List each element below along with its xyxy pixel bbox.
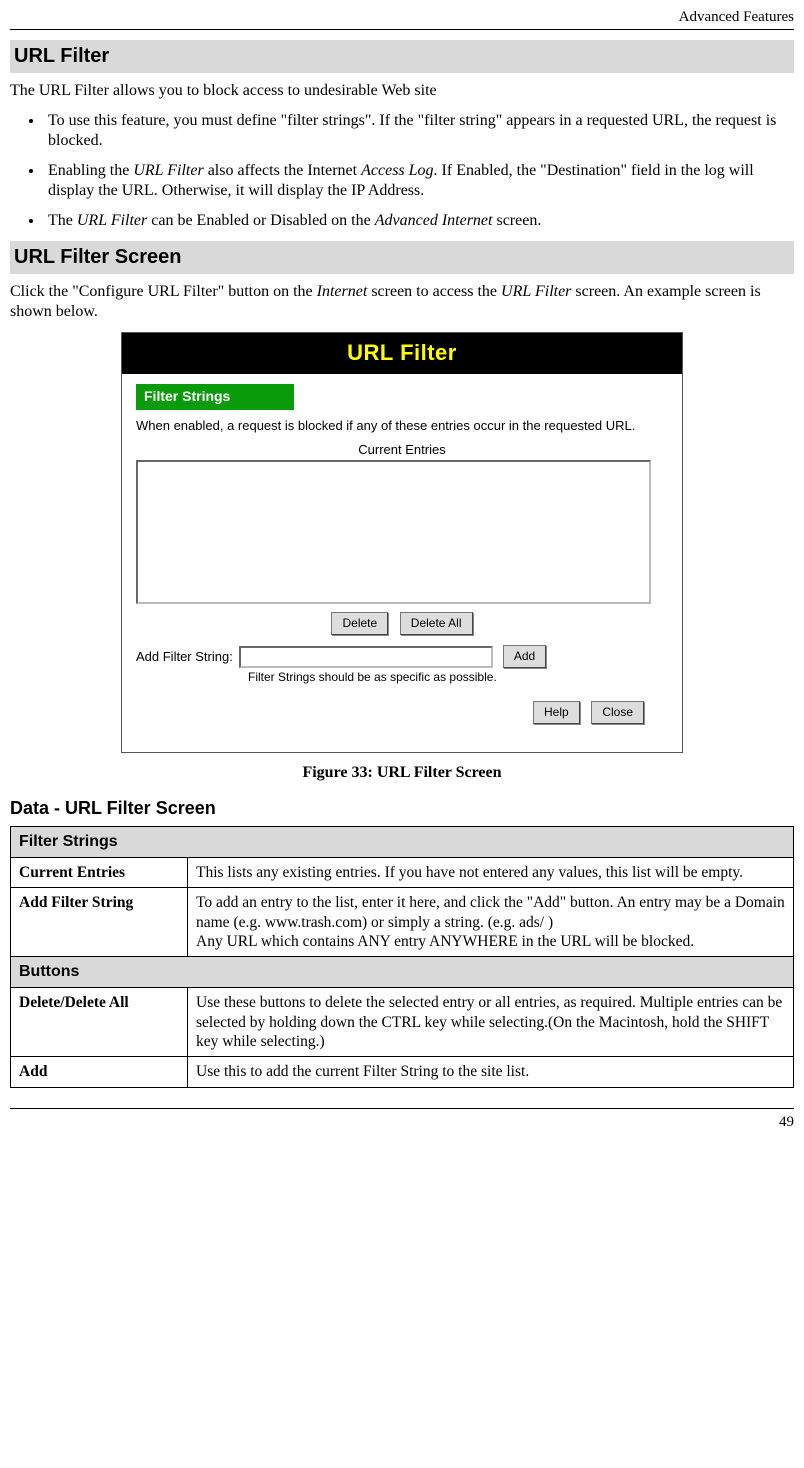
s2-pre: Click the "Configure URL Filter" button … [10,283,317,300]
delete-all-button[interactable]: Delete All [400,612,473,635]
b2-pre: Enabling the [48,162,133,179]
screenshot-desc: When enabled, a request is blocked if an… [136,418,668,434]
table-row: Delete/Delete All Use these buttons to d… [11,988,794,1057]
section-url-filter-screen: URL Filter Screen [10,241,794,274]
filter-hint: Filter Strings should be as specific as … [248,670,668,685]
help-button[interactable]: Help [533,701,580,724]
b3-pre: The [48,212,77,229]
delete-button[interactable]: Delete [331,612,388,635]
b2-italic-2: Access Log [361,162,433,179]
add-filter-label: Add Filter String: [136,649,233,665]
figure-caption: Figure 33: URL Filter Screen [10,763,794,783]
table-row: Add Use this to add the current Filter S… [11,1057,794,1087]
row-current-entries-key: Current Entries [11,857,188,887]
row-add-filter-key: Add Filter String [11,888,188,957]
header-rule [10,29,794,30]
current-entries-label: Current Entries [136,442,668,458]
b3-italic-2: Advanced Internet [375,212,493,229]
footer-rule [10,1108,794,1109]
row-current-entries-val: This lists any existing entries. If you … [188,857,794,887]
s2-italic-1: Internet [317,283,368,300]
cat-buttons: Buttons [11,957,794,988]
bullet-3: The URL Filter can be Enabled or Disable… [44,211,794,231]
header-right: Advanced Features [10,8,794,27]
bullet-2: Enabling the URL Filter also affects the… [44,161,794,201]
add-filter-input[interactable] [239,646,493,668]
cat-filter-strings: Filter Strings [11,826,794,857]
row-add-key: Add [11,1057,188,1087]
entries-listbox[interactable] [136,460,651,604]
page-number: 49 [10,1113,794,1132]
b3-mid: can be Enabled or Disabled on the [147,212,374,229]
s2-italic-2: URL Filter [501,283,571,300]
s2-mid: screen to access the [367,283,501,300]
row-delete-val: Use these buttons to delete the selected… [188,988,794,1057]
row-delete-key: Delete/Delete All [11,988,188,1057]
close-button[interactable]: Close [591,701,644,724]
b3-post: screen. [492,212,541,229]
b2-mid: also affects the Internet [204,162,361,179]
b3-italic-1: URL Filter [77,212,147,229]
add-button[interactable]: Add [503,645,546,668]
bullet-list: To use this feature, you must define "fi… [10,111,794,231]
section-data: Data - URL Filter Screen [10,797,794,820]
screenshot-panel: URL Filter Filter Strings When enabled, … [121,332,683,754]
screen-intro: Click the "Configure URL Filter" button … [10,282,794,322]
table-row: Current Entries This lists any existing … [11,857,794,887]
screenshot-title: URL Filter [122,333,682,375]
table-row: Add Filter String To add an entry to the… [11,888,794,957]
bullet-1: To use this feature, you must define "fi… [44,111,794,151]
b2-italic-1: URL Filter [133,162,203,179]
section-url-filter: URL Filter [10,40,794,73]
filter-strings-header: Filter Strings [136,384,294,410]
row-add-val: Use this to add the current Filter Strin… [188,1057,794,1087]
data-table: Filter Strings Current Entries This list… [10,826,794,1088]
intro-text: The URL Filter allows you to block acces… [10,81,794,101]
row-add-filter-val: To add an entry to the list, enter it he… [188,888,794,957]
